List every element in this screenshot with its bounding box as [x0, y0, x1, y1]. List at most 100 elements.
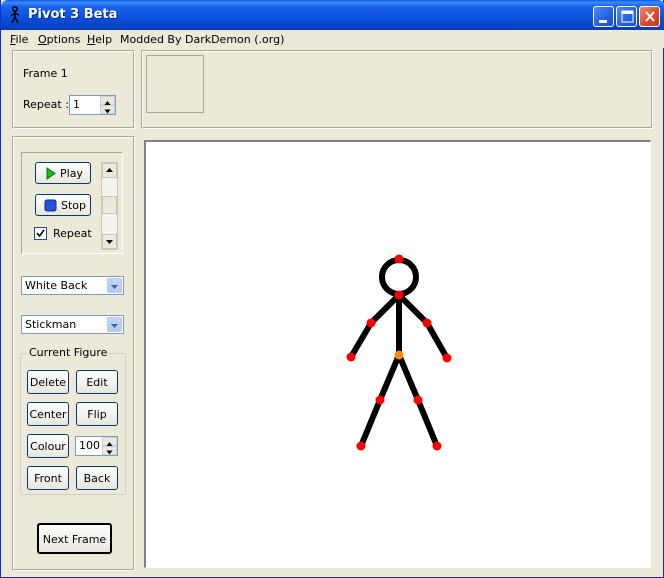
minimize-icon — [599, 20, 607, 23]
flip-label: Flip — [87, 408, 107, 421]
menu-options-rest: ptions — [46, 33, 81, 46]
back-button[interactable]: Back — [76, 466, 118, 490]
colour-down-button[interactable] — [102, 446, 117, 455]
menu-bar: File Options Help Modded By DarkDemon (.… — [1, 30, 664, 48]
figure-type-select-value: Stickman — [25, 318, 77, 331]
menu-file[interactable]: File — [10, 33, 28, 46]
menu-modded-label: Modded By DarkDemon (.org) — [120, 33, 285, 46]
stickman-head — [379, 257, 419, 297]
play-label: Play — [60, 167, 83, 180]
left-foot-handle[interactable] — [356, 441, 366, 451]
arrow-down-icon — [104, 109, 111, 114]
center-button[interactable]: Center — [27, 402, 69, 426]
stickman-right-thigh — [396, 352, 421, 403]
frames-strip-panel — [141, 50, 653, 129]
stop-button[interactable]: Stop — [35, 194, 91, 216]
background-select[interactable]: White Back — [21, 276, 124, 295]
right-hand-handle[interactable] — [442, 353, 452, 363]
stickman-left-forearm — [348, 320, 374, 360]
colour-button[interactable]: Colour — [27, 434, 69, 458]
repeat-count-down-button[interactable] — [100, 105, 115, 114]
front-button[interactable]: Front — [27, 466, 69, 490]
speed-scrollbar[interactable] — [101, 162, 118, 250]
pivot-center-handle[interactable] — [394, 350, 404, 360]
current-figure-group: Current Figure Delete Edit Center Flip C… — [20, 346, 126, 495]
front-label: Front — [34, 472, 62, 485]
repeat-checkbox[interactable] — [34, 227, 47, 240]
menu-options-accel: O — [38, 33, 47, 46]
right-elbow-handle[interactable] — [422, 318, 432, 328]
repeat-count-stepper[interactable]: 1 — [69, 95, 116, 115]
speed-scroll-thumb[interactable] — [102, 196, 117, 214]
menu-file-rest: ile — [15, 33, 29, 46]
colour-value: 100 — [79, 439, 100, 452]
menu-modded-by[interactable]: Modded By DarkDemon (.org) — [120, 33, 284, 46]
current-figure-title: Current Figure — [27, 346, 110, 359]
right-foot-handle[interactable] — [432, 441, 442, 451]
left-hand-handle[interactable] — [346, 352, 356, 362]
close-button[interactable] — [639, 6, 660, 27]
stop-label: Stop — [61, 199, 87, 212]
repeat-count-label: Repeat : — [23, 98, 69, 111]
play-button[interactable]: Play — [35, 162, 91, 184]
minimize-button[interactable] — [593, 6, 614, 27]
frame-thumbnail[interactable] — [146, 55, 204, 113]
checkmark-icon — [36, 229, 45, 238]
center-label: Center — [29, 408, 67, 421]
stickman-right-forearm — [424, 320, 450, 361]
app-window: Pivot 3 Beta File Options Help Modded By… — [0, 0, 664, 578]
title-bar[interactable]: Pivot 3 Beta — [1, 0, 664, 30]
window-title: Pivot 3 Beta — [28, 7, 118, 22]
menu-help[interactable]: Help — [87, 33, 112, 46]
head-handle[interactable] — [394, 254, 404, 264]
colour-up-button[interactable] — [102, 437, 117, 446]
figure-type-select[interactable]: Stickman — [21, 315, 124, 334]
colour-label: Colour — [30, 440, 66, 453]
edit-label: Edit — [86, 376, 108, 389]
delete-button[interactable]: Delete — [27, 370, 69, 394]
chevron-down-icon — [111, 285, 118, 289]
background-select-dropdown[interactable] — [107, 278, 122, 293]
speed-down-arrow[interactable] — [102, 234, 117, 249]
delete-label: Delete — [29, 376, 67, 389]
stop-icon — [44, 199, 57, 212]
speed-up-arrow[interactable] — [102, 163, 117, 178]
stickman-right-shin — [415, 397, 440, 449]
controls-panel: Play Stop Repeat White Back Stickman Cur… — [12, 136, 135, 571]
frame-info-panel: Frame 1 Repeat : 1 — [12, 50, 135, 129]
maximize-button[interactable] — [616, 6, 637, 27]
repeat-count-up-button[interactable] — [100, 96, 115, 105]
back-label: Back — [83, 472, 111, 485]
chevron-down-icon — [111, 324, 118, 328]
stickman-app-icon — [10, 6, 20, 24]
next-frame-label: Next Frame — [42, 533, 107, 546]
play-icon — [46, 167, 56, 180]
repeat-count-value: 1 — [73, 98, 80, 111]
close-icon — [645, 11, 655, 22]
arrow-up-icon — [106, 168, 113, 172]
stickman-figure — [346, 254, 452, 451]
edit-button[interactable]: Edit — [76, 370, 118, 394]
next-frame-button[interactable]: Next Frame — [37, 523, 112, 554]
figure-type-select-dropdown[interactable] — [107, 317, 122, 332]
playback-box: Play Stop Repeat — [21, 152, 123, 254]
arrow-down-icon — [106, 450, 113, 455]
menu-options[interactable]: Options — [38, 33, 80, 46]
arrow-down-icon — [106, 240, 113, 244]
stickman-left-thigh — [377, 352, 402, 403]
stickman-right-upper-arm — [396, 292, 430, 326]
menu-help-rest: elp — [95, 33, 113, 46]
left-elbow-handle[interactable] — [366, 318, 376, 328]
left-knee-handle[interactable] — [375, 395, 385, 405]
background-select-value: White Back — [25, 279, 88, 292]
repeat-checkbox-label: Repeat — [53, 227, 92, 240]
frame-label: Frame 1 — [23, 67, 68, 80]
stickman-left-shin — [358, 397, 383, 449]
animation-canvas[interactable] — [144, 140, 651, 568]
flip-button[interactable]: Flip — [76, 402, 118, 426]
neck-handle[interactable] — [394, 290, 404, 300]
right-knee-handle[interactable] — [413, 395, 423, 405]
stickman-left-upper-arm — [368, 292, 402, 326]
colour-stepper[interactable]: 100 — [75, 436, 118, 456]
maximize-icon — [621, 10, 634, 23]
